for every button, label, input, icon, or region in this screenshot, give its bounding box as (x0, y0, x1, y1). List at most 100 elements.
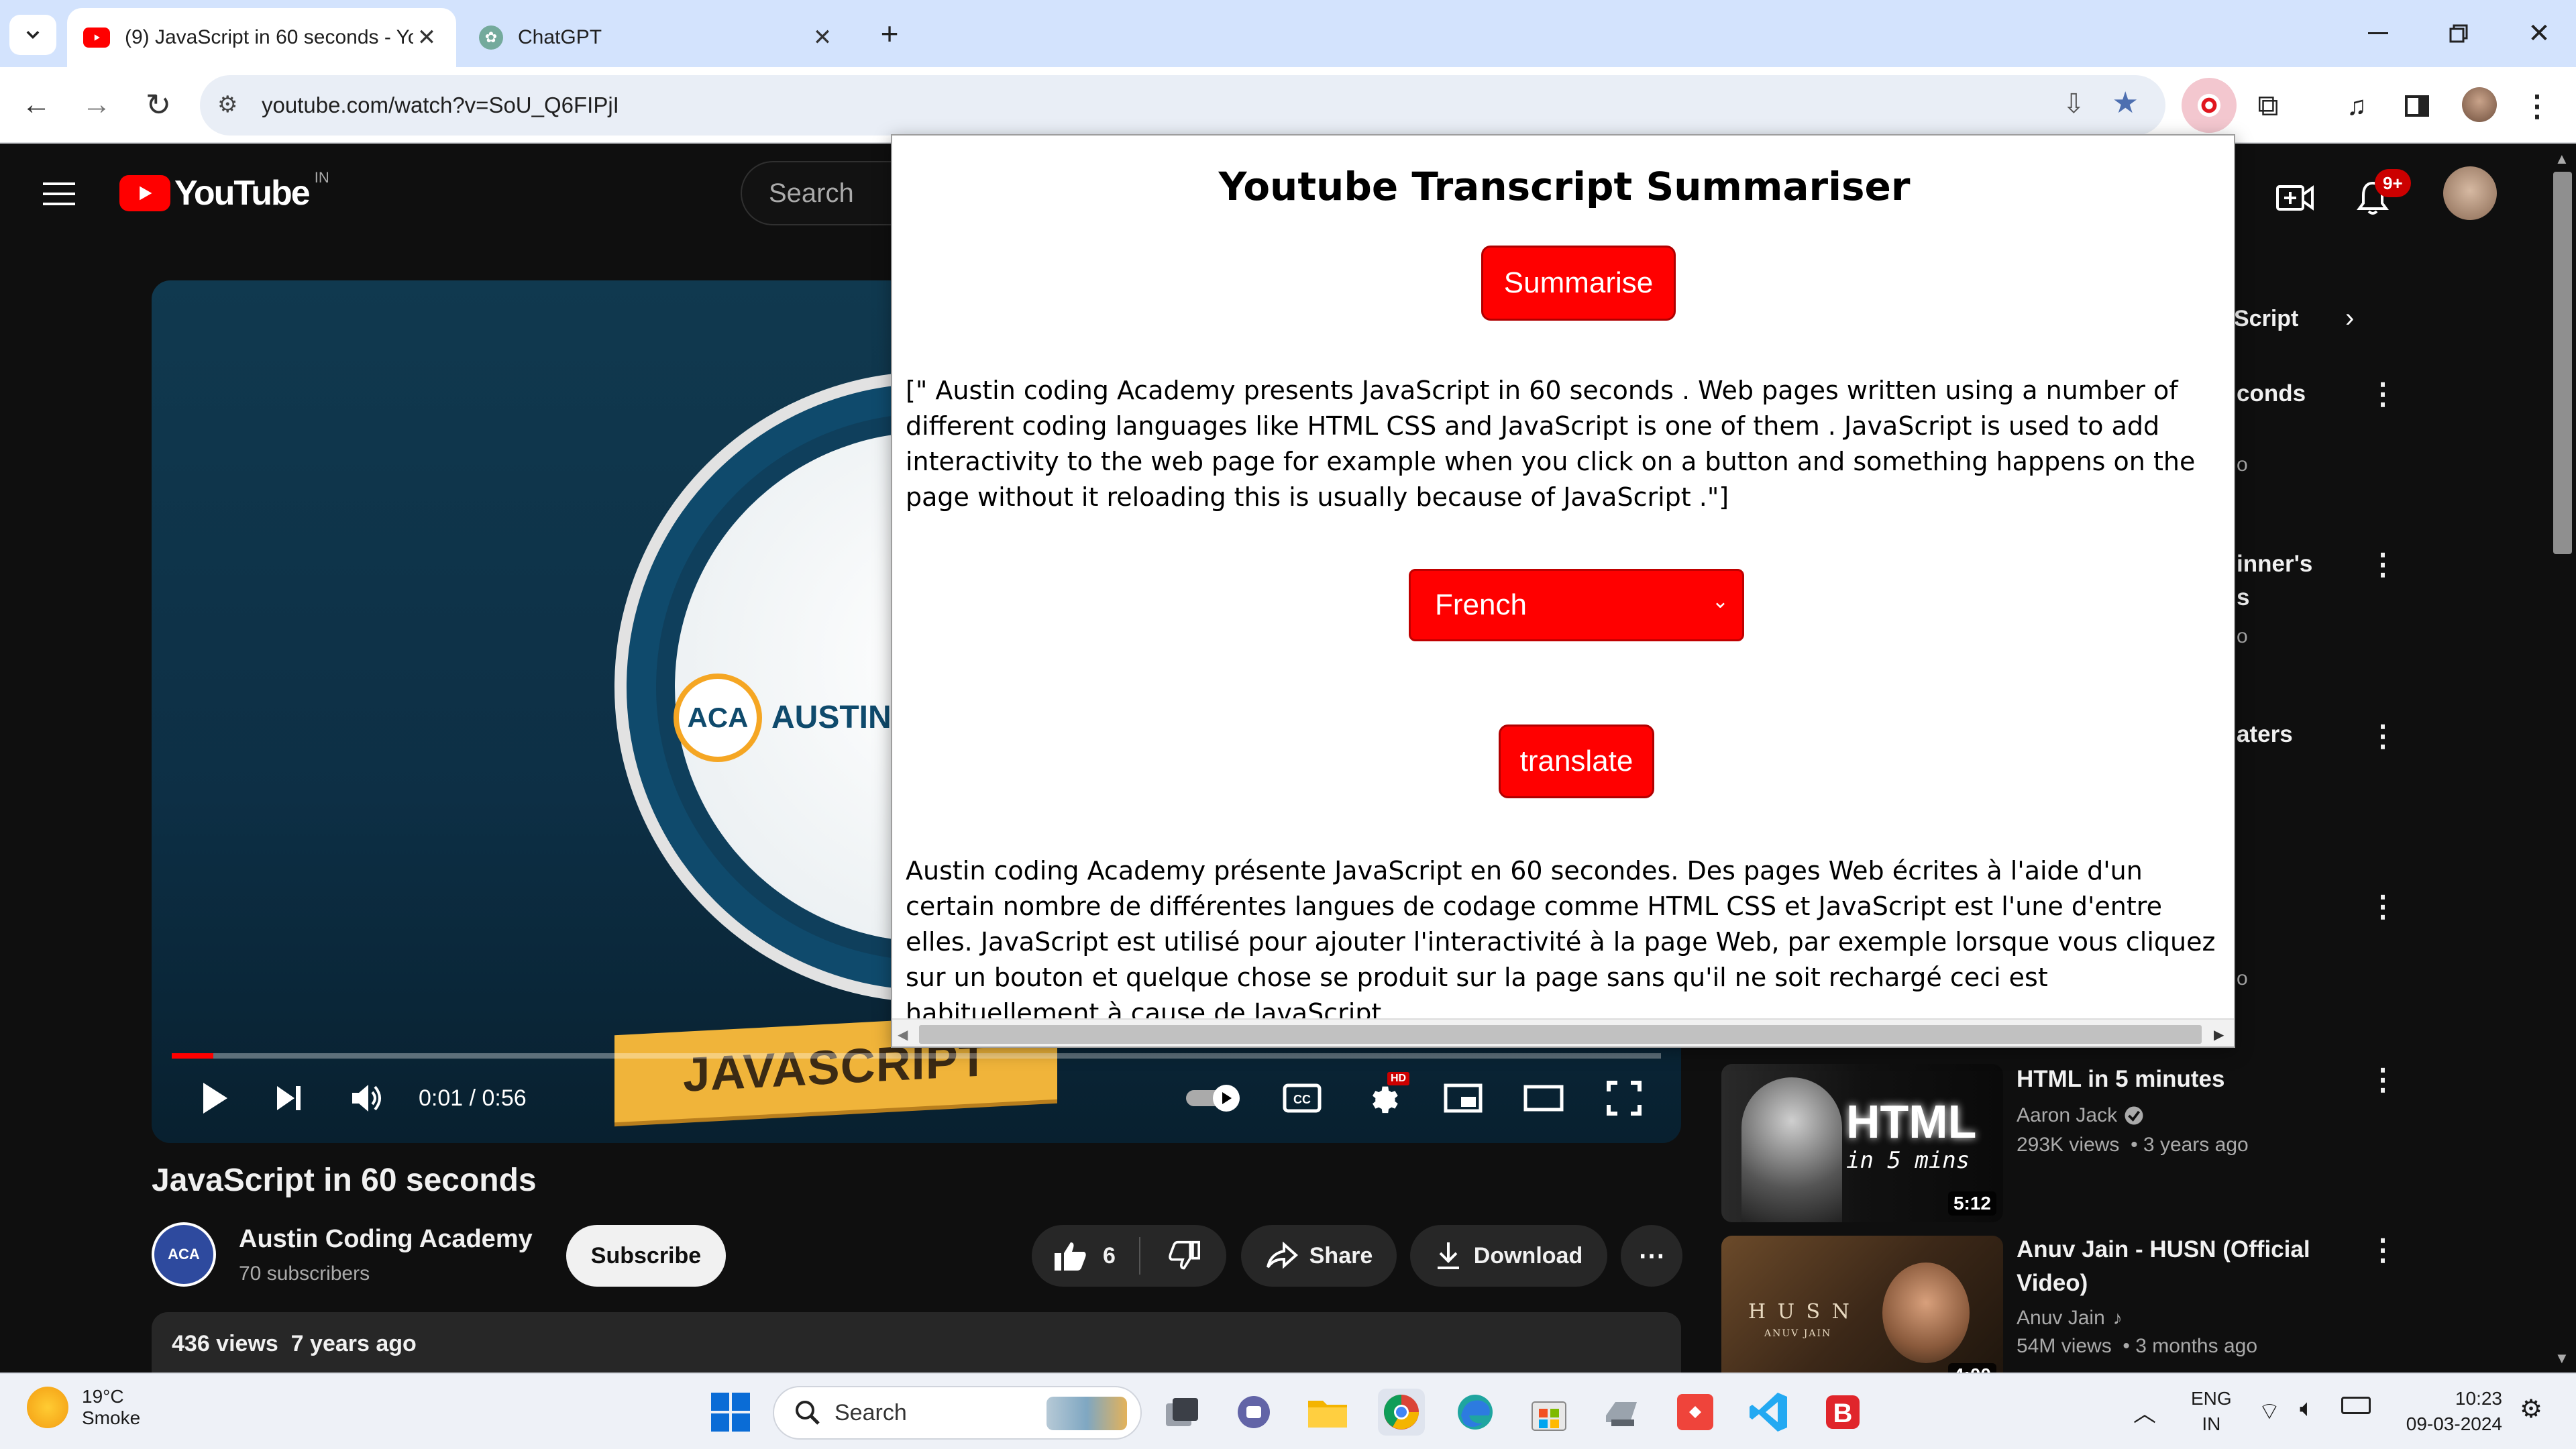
reload-icon[interactable]: ↻ (138, 85, 178, 125)
extension-recorder-icon[interactable] (2182, 78, 2237, 133)
user-avatar[interactable] (2443, 166, 2497, 220)
scrollbar-thumb[interactable] (919, 1025, 2202, 1044)
video-options-icon[interactable]: ⋮ (2368, 1236, 2398, 1265)
edge-icon[interactable] (1452, 1389, 1499, 1436)
channel-avatar-text: ACA (168, 1246, 200, 1263)
scroll-left-arrow-icon[interactable]: ◀ (898, 1026, 908, 1042)
tab-chatgpt[interactable]: ✿ ChatGPT ✕ (463, 8, 852, 67)
miniplayer-button[interactable] (1440, 1075, 1487, 1122)
scroll-down-arrow-icon[interactable]: ▼ (2555, 1350, 2569, 1367)
teams-chat-icon[interactable] (1230, 1389, 1277, 1436)
more-actions-button[interactable]: ⋯ (1621, 1225, 1682, 1287)
play-button[interactable] (192, 1075, 239, 1122)
autoplay-toggle[interactable] (1185, 1081, 1245, 1115)
transcript-summariser-popup: Youtube Transcript Summariser Summarise … (891, 134, 2235, 1048)
chip-scroll-right-icon[interactable]: › (2345, 303, 2354, 333)
bookmark-star-icon[interactable]: ★ (2112, 86, 2139, 120)
tab-close-icon[interactable]: ✕ (809, 24, 836, 51)
chrome-taskbar-icon[interactable] (1378, 1389, 1425, 1436)
download-button[interactable]: Download (1410, 1225, 1607, 1287)
summarise-button[interactable]: Summarise (1481, 246, 1676, 321)
install-app-icon[interactable]: ⇩ (2062, 89, 2085, 119)
vscode-icon[interactable] (1746, 1389, 1792, 1436)
back-icon[interactable]: ← (16, 85, 56, 125)
dislike-button[interactable] (1142, 1225, 1226, 1287)
translate-button[interactable]: translate (1499, 724, 1654, 798)
clock[interactable]: 10:23 09-03-2024 (2388, 1386, 2502, 1437)
captions-icon: CC (1283, 1083, 1322, 1113)
tab-youtube[interactable]: (9) JavaScript in 60 seconds - Yo ✕ (67, 8, 456, 67)
tab-search-button[interactable] (9, 15, 56, 55)
anydesk-icon[interactable] (1672, 1389, 1719, 1436)
browser-menu-icon[interactable]: ⋮ (2517, 85, 2557, 127)
chip-partial[interactable]: Script (2234, 306, 2298, 332)
share-button[interactable]: Share (1241, 1225, 1397, 1287)
browser-tab-strip: (9) JavaScript in 60 seconds - Yo ✕ ✿ Ch… (0, 0, 2576, 67)
scroll-up-arrow-icon[interactable]: ▲ (2555, 150, 2569, 168)
forward-icon[interactable]: → (76, 85, 117, 125)
theater-mode-button[interactable] (1520, 1075, 1567, 1122)
video-options-icon[interactable]: ⋮ (2368, 892, 2398, 922)
site-settings-icon[interactable]: ⚙ (217, 91, 237, 118)
file-explorer-icon[interactable] (1304, 1389, 1351, 1436)
next-button[interactable] (266, 1075, 313, 1122)
search-highlight-icon (1046, 1397, 1127, 1430)
hamburger-menu-icon[interactable] (40, 177, 78, 211)
captions-button[interactable]: CC (1279, 1075, 1326, 1122)
show-hidden-icons-chevron[interactable]: ︿ (2133, 1395, 2156, 1428)
partial-video-title-line2: s (2237, 584, 2250, 610)
related-video-thumbnail[interactable]: HTML in 5 mins 5:12 (1721, 1064, 2003, 1222)
b-app-icon[interactable]: B (1819, 1389, 1866, 1436)
subscribe-button[interactable]: Subscribe (566, 1225, 726, 1287)
partial-video-title[interactable]: inner's (2237, 547, 2312, 581)
weather-widget[interactable]: 19°C Smoke (27, 1386, 140, 1429)
extensions-puzzle-icon[interactable]: ⧉ (2245, 85, 2292, 127)
minimize-icon[interactable] (2355, 13, 2402, 54)
volume-button[interactable] (343, 1075, 390, 1122)
create-video-icon[interactable] (2271, 174, 2318, 221)
share-label: Share (1309, 1242, 1373, 1269)
channel-avatar[interactable]: ACA (152, 1222, 216, 1287)
fullscreen-button[interactable] (1601, 1075, 1648, 1122)
taskbar-search-box[interactable]: Search (773, 1386, 1142, 1440)
page-scrollbar[interactable]: ▲ ▼ (2549, 145, 2576, 1373)
like-button[interactable]: 6 (1032, 1225, 1139, 1287)
scrollbar-thumb[interactable] (2553, 172, 2572, 554)
chatgpt-favicon-icon: ✿ (479, 25, 503, 50)
address-bar[interactable]: ⚙ youtube.com/watch?v=SoU_Q6FIPjI ⇩ ★ (200, 75, 2165, 136)
battery-icon[interactable] (2341, 1397, 2371, 1414)
partial-video-title[interactable]: aters (2237, 718, 2293, 751)
youtube-logo[interactable]: YouTube IN (119, 169, 329, 213)
video-options-icon[interactable]: ⋮ (2368, 550, 2398, 580)
video-options-icon[interactable]: ⋮ (2368, 380, 2398, 409)
tab-close-icon[interactable]: ✕ (413, 24, 440, 51)
related-video-title[interactable]: Anuv Jain - HUSN (Official Video) (2017, 1233, 2339, 1300)
browser-toolbar: ← → ↻ ⚙ youtube.com/watch?v=SoU_Q6FIPjI … (0, 67, 2576, 144)
printer-app-icon[interactable] (1598, 1389, 1645, 1436)
wifi-icon[interactable]: ⌔ (2258, 1397, 2281, 1427)
channel-name[interactable]: Austin Coding Academy (239, 1225, 533, 1254)
video-options-icon[interactable]: ⋮ (2368, 722, 2398, 751)
input-language-indicator[interactable]: ENG IN (2191, 1386, 2232, 1437)
language-select[interactable]: French ⌄ (1409, 569, 1744, 641)
video-options-icon[interactable]: ⋮ (2368, 1065, 2398, 1095)
new-tab-button[interactable]: + (871, 13, 908, 54)
side-panel-icon[interactable] (2394, 85, 2440, 127)
windows-start-icon[interactable] (707, 1389, 754, 1436)
restore-icon[interactable] (2435, 13, 2482, 54)
close-window-icon[interactable]: ✕ (2516, 13, 2563, 54)
notification-center-icon[interactable]: ⚙︎ (2520, 1394, 2542, 1424)
youtube-search-input[interactable]: Search (741, 161, 915, 225)
speaker-icon[interactable]: 🔈︎ (2300, 1394, 2314, 1423)
media-controls-icon[interactable]: ♫ (2333, 85, 2380, 127)
partial-video-title[interactable]: conds (2237, 377, 2306, 411)
scroll-right-arrow-icon[interactable]: ▶ (2214, 1026, 2224, 1042)
popup-horizontal-scrollbar[interactable]: ◀ ▶ (892, 1018, 2234, 1046)
task-view-icon[interactable] (1158, 1389, 1205, 1436)
related-video-title[interactable]: HTML in 5 minutes (2017, 1063, 2352, 1096)
progress-bar-track[interactable] (172, 1053, 1661, 1059)
microsoft-store-icon[interactable] (1525, 1389, 1572, 1436)
related-video-thumbnail[interactable]: H U S N ANUV JAIN 4:00 (1721, 1236, 2003, 1394)
profile-avatar[interactable] (2462, 87, 2497, 122)
channel-name: Aaron Jack (2017, 1104, 2118, 1126)
